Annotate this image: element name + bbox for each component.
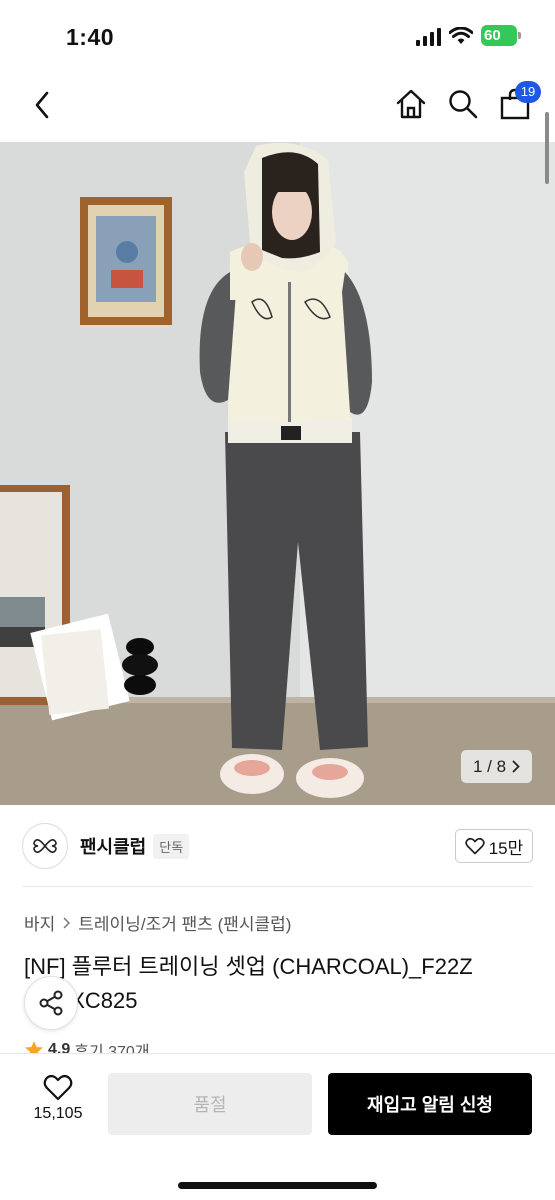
chevron-right-icon (63, 916, 71, 929)
brand-like-button[interactable]: 15만 (455, 829, 533, 863)
status-bar: 1:40 60 (0, 0, 555, 70)
heart-icon (464, 837, 485, 855)
signal-icon (416, 26, 441, 46)
search-button[interactable] (445, 84, 481, 124)
gallery-page-counter[interactable]: 1 / 8 (461, 750, 532, 783)
product-photo (0, 142, 555, 805)
brand-name[interactable]: 팬시클럽 (80, 833, 146, 859)
home-icon (396, 89, 426, 119)
back-button[interactable] (26, 88, 58, 122)
gallery-counter-text: 1 / 8 (472, 756, 507, 776)
back-icon (35, 91, 49, 119)
soldout-button[interactable]: 품절 (108, 1073, 312, 1135)
battery-icon: 60 (481, 25, 521, 46)
status-icons: 60 (416, 25, 521, 46)
breadcrumb-category[interactable]: 바지 (24, 910, 55, 935)
heart-icon (43, 1074, 73, 1101)
product-title-line1: [NF] 플루터 트레이닝 셋업 (CHARCOAL)_F22Z (24, 954, 473, 979)
share-button[interactable] (24, 976, 78, 1030)
home-button[interactable] (393, 84, 429, 124)
breadcrumb-subcategory[interactable]: 트레이닝/조거 팬츠 (팬시클럽) (78, 910, 291, 935)
brand-logo-icon (33, 839, 57, 853)
home-indicator (178, 1182, 377, 1189)
divider (22, 886, 533, 887)
brand-row: 팬시클럽 단독 15만 (22, 822, 533, 870)
restock-alert-button[interactable]: 재입고 알림 신청 (328, 1073, 532, 1135)
nav-actions: 19 (393, 81, 541, 124)
brand-logo[interactable] (22, 823, 68, 869)
product-title-line2: 4XC825 (58, 988, 138, 1013)
cart-button[interactable]: 19 (497, 81, 541, 124)
chevron-right-icon (512, 760, 520, 773)
brand-like-count: 15만 (488, 838, 524, 858)
scroll-indicator[interactable] (545, 112, 549, 184)
product-image-gallery[interactable] (0, 142, 555, 805)
battery-level: 60 (484, 27, 501, 44)
wifi-icon (449, 26, 473, 44)
nav-bar: 19 (0, 70, 555, 142)
cart-count-badge: 19 (515, 81, 541, 103)
status-time: 1:40 (66, 24, 115, 50)
search-icon (449, 90, 478, 119)
share-icon (39, 990, 63, 1016)
exclusive-badge: 단독 (153, 833, 190, 859)
product-title: [NF] 플루터 트레이닝 셋업 (CHARCOAL)_F22Z 4XC825 (24, 950, 529, 1018)
wishlist-button[interactable]: 15,105 (28, 1074, 88, 1123)
bottom-action-bar: 15,105 품절 재입고 알림 신청 (0, 1053, 555, 1200)
wishlist-count: 15,105 (33, 1105, 83, 1122)
breadcrumb: 바지 트레이닝/조거 팬츠 (팬시클럽) (24, 910, 291, 935)
